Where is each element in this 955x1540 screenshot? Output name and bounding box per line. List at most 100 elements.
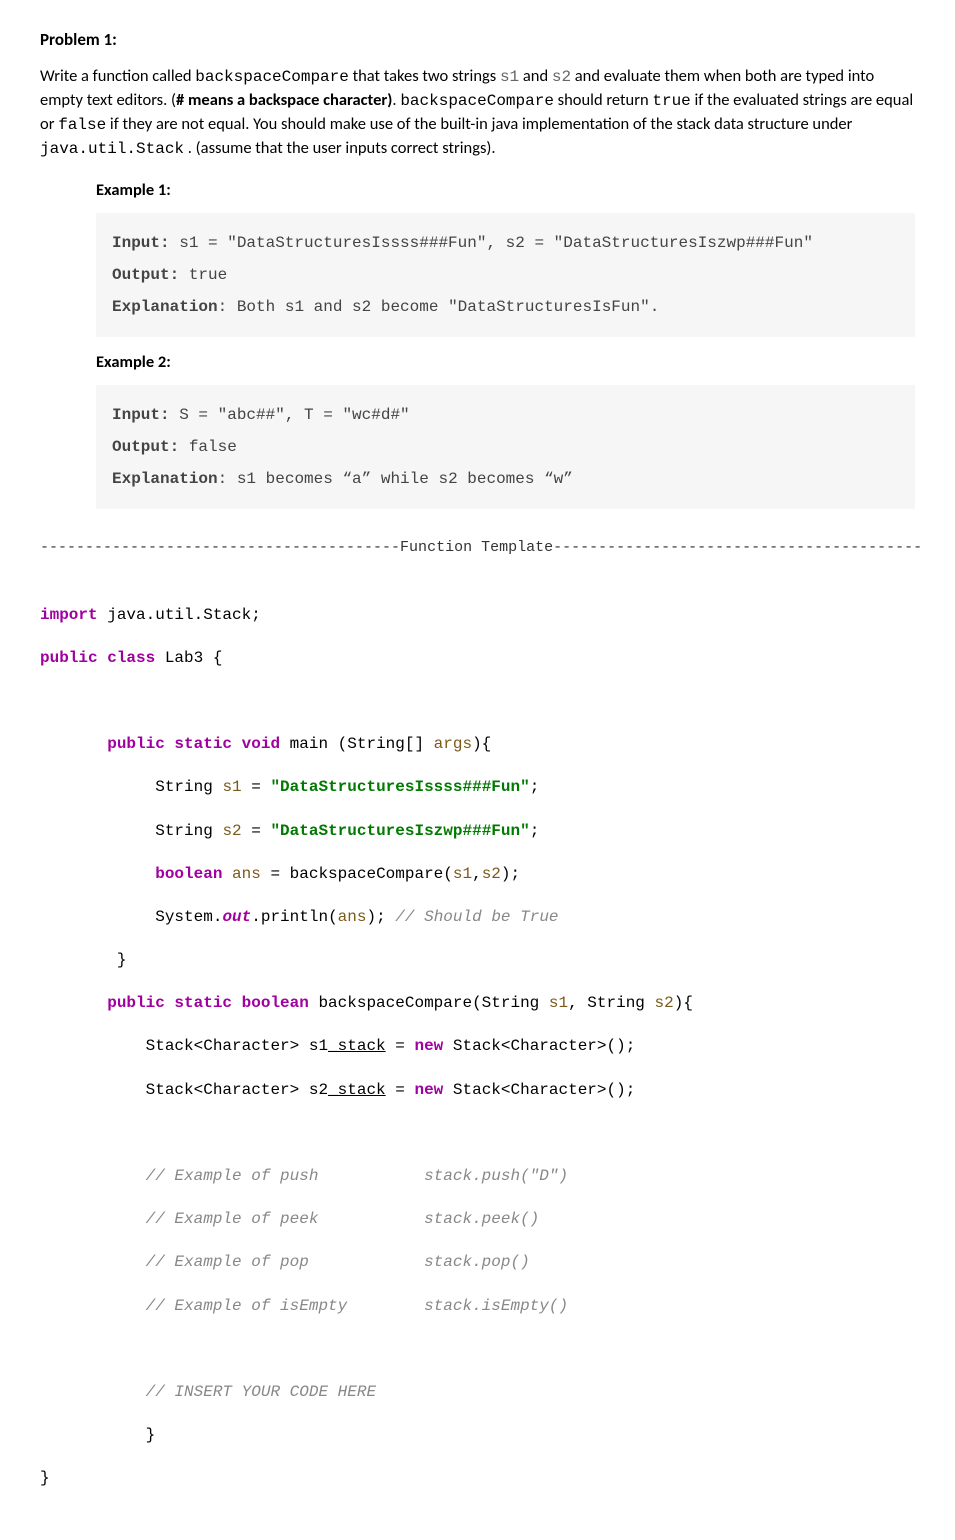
example1-input: Input: s1 = "DataStructuresIssss###Fun",… xyxy=(112,227,899,259)
code-text: String xyxy=(40,822,222,840)
explanation-label: Explanation xyxy=(112,470,218,488)
code-text: backspaceCompare(String xyxy=(309,994,549,1012)
variable: s2 xyxy=(482,865,501,883)
code-text: Lab3 { xyxy=(155,649,222,667)
keyword: boolean xyxy=(40,865,232,883)
code-text: ){ xyxy=(674,994,693,1012)
code-line xyxy=(40,691,915,713)
output-label: Output: xyxy=(112,266,179,284)
example2-explanation: Explanation: s1 becomes “a” while s2 bec… xyxy=(112,463,899,495)
fn-name: backspaceCompare xyxy=(400,92,554,110)
keyword: public class xyxy=(40,649,155,667)
code-text: .println( xyxy=(251,908,337,926)
examples-section: Example 1: Input: s1 = "DataStructuresIs… xyxy=(96,179,915,509)
keyword: new xyxy=(414,1081,443,1099)
code-line: } xyxy=(40,950,915,972)
code-template: import java.util.Stack; public class Lab… xyxy=(40,583,915,1512)
code-line: Stack<Character> s1_stack = new Stack<Ch… xyxy=(40,1036,915,1058)
example1-label: Example 1: xyxy=(96,179,915,203)
separator: ----------------------------------------… xyxy=(40,537,915,559)
comment: // Example of isEmpty stack.isEmpty() xyxy=(40,1296,915,1318)
code-text: Stack<Character>(); xyxy=(443,1081,635,1099)
keyword: public static void xyxy=(40,735,280,753)
code-line: public static void main (String[] args){ xyxy=(40,734,915,756)
intro-text: if they are not equal. You should make u… xyxy=(106,114,852,134)
code-text: java.util.Stack; xyxy=(98,606,261,624)
keyword: new xyxy=(414,1037,443,1055)
explanation-value: : s1 becomes “a” while s2 becomes “w” xyxy=(218,470,573,488)
code-line: import java.util.Stack; xyxy=(40,605,915,627)
input-value: S = "abc##", T = "wc#d#" xyxy=(170,406,410,424)
code-line xyxy=(40,1123,915,1145)
code-line: } xyxy=(40,1425,915,1447)
code-line: public static boolean backspaceCompare(S… xyxy=(40,993,915,1015)
code-text: = xyxy=(386,1081,415,1099)
code-text: , String xyxy=(568,994,654,1012)
comment: // Should be True xyxy=(395,908,558,926)
code-text: = xyxy=(386,1037,415,1055)
example2-output: Output: false xyxy=(112,431,899,463)
mono-false: false xyxy=(58,116,106,134)
intro-text: Write a function called xyxy=(40,66,195,86)
mono-stack: java.util.Stack xyxy=(40,140,184,158)
code-line: Stack<Character> s2_stack = new Stack<Ch… xyxy=(40,1080,915,1102)
example2-box: Input: S = "abc##", T = "wc#d#" Output: … xyxy=(96,385,915,509)
code-line: System.out.println(ans); // Should be Tr… xyxy=(40,907,915,929)
code-text: = xyxy=(242,778,271,796)
string-literal: "DataStructuresIszwp###Fun" xyxy=(270,822,529,840)
code-text: _stack xyxy=(328,1037,386,1055)
string-literal: "DataStructuresIssss###Fun" xyxy=(270,778,529,796)
explanation-value: : Both s1 and s2 become "DataStructuresI… xyxy=(218,298,660,316)
input-label: Input: xyxy=(112,406,170,424)
example2-input: Input: S = "abc##", T = "wc#d#" xyxy=(112,399,899,431)
variable: s1 xyxy=(453,865,472,883)
code-text: ; xyxy=(530,822,540,840)
problem-intro: Write a function called backspaceCompare… xyxy=(40,65,915,162)
code-text: Stack<Character>(); xyxy=(443,1037,635,1055)
bold-hash: # means a backspace character) xyxy=(176,90,392,110)
code-text: main (String[] xyxy=(280,735,434,753)
output-label: Output: xyxy=(112,438,179,456)
variable: s2 xyxy=(222,822,241,840)
output-value: false xyxy=(179,438,237,456)
code-text: String xyxy=(40,778,222,796)
code-line: String s2 = "DataStructuresIszwp###Fun"; xyxy=(40,821,915,843)
intro-text: that takes two strings xyxy=(349,66,500,86)
variable: s2 xyxy=(655,994,674,1012)
output-value: true xyxy=(179,266,227,284)
fn-name: backspaceCompare xyxy=(195,68,349,86)
variable: s1 xyxy=(222,778,241,796)
comment: // Example of push stack.push("D") xyxy=(40,1166,915,1188)
code-text: ); xyxy=(366,908,395,926)
problem-title: Problem 1: xyxy=(40,28,915,53)
variable: s1 xyxy=(549,994,568,1012)
comment: // Example of pop stack.pop() xyxy=(40,1252,915,1274)
code-line: public class Lab3 { xyxy=(40,648,915,670)
explanation-label: Explanation xyxy=(112,298,218,316)
mono-true: true xyxy=(652,92,690,110)
example1-output: Output: true xyxy=(112,259,899,291)
code-line: String s1 = "DataStructuresIssss###Fun"; xyxy=(40,777,915,799)
input-value: s1 = "DataStructuresIssss###Fun", s2 = "… xyxy=(170,234,813,252)
code-line: } xyxy=(40,1468,915,1490)
code-text: System. xyxy=(40,908,222,926)
variable: args xyxy=(434,735,472,753)
variable: ans xyxy=(232,865,261,883)
example1-explanation: Explanation: Both s1 and s2 become "Data… xyxy=(112,291,899,323)
code-text: ); xyxy=(501,865,520,883)
keyword: out xyxy=(222,908,251,926)
intro-text: and xyxy=(519,66,552,86)
intro-text: should return xyxy=(554,90,652,110)
code-text: ){ xyxy=(472,735,491,753)
param-s1: s1 xyxy=(500,68,519,86)
comment: // Example of peek stack.peek() xyxy=(40,1209,915,1231)
variable: ans xyxy=(338,908,367,926)
code-text: _stack xyxy=(328,1081,386,1099)
code-line xyxy=(40,1339,915,1361)
keyword: public static boolean xyxy=(40,994,309,1012)
code-text: Stack<Character> s1 xyxy=(40,1037,328,1055)
example1-box: Input: s1 = "DataStructuresIssss###Fun",… xyxy=(96,213,915,337)
code-text: ; xyxy=(530,778,540,796)
code-text: = xyxy=(242,822,271,840)
param-s2: s2 xyxy=(552,68,571,86)
